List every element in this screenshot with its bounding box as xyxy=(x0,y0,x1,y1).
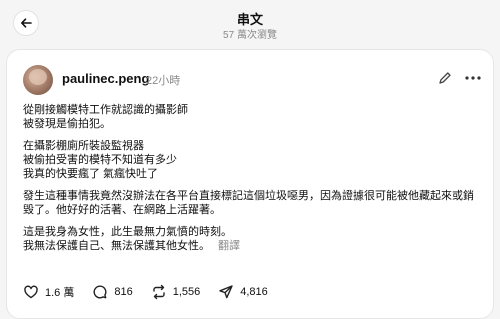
more-icon[interactable] xyxy=(463,70,483,86)
line: 發生這種事情我竟然沒辦法在各平台直接標記這個垃圾噁男，因為證據很可能被他藏起來或… xyxy=(23,190,474,216)
translate-link[interactable]: 翻譯 xyxy=(218,240,240,252)
share-count: 4,816 xyxy=(240,286,268,298)
like-button[interactable]: 1.6 萬 xyxy=(23,284,74,300)
line: 我無法保護自己、無法保護其他女性。 翻譯 xyxy=(23,239,483,253)
line: 被偷拍受害的模特不知道有多少 xyxy=(23,154,177,166)
post-time: 22小時 xyxy=(146,75,181,87)
line: 在攝影棚廁所裝設監視器 xyxy=(23,140,144,152)
line: 我真的快要瘋了 氣瘋快吐了 xyxy=(23,168,159,180)
repost-button[interactable]: 1,556 xyxy=(151,284,201,300)
paragraph-2: 在攝影棚廁所裝設監視器 被偷拍受害的模特不知道有多少 我真的快要瘋了 氣瘋快吐了 xyxy=(23,139,483,181)
top-bar: 串文 57 萬次瀏覽 xyxy=(0,0,500,50)
username[interactable]: paulinec.peng xyxy=(62,71,149,86)
line: 這是我身為女性，此生最無力氣憤的時刻。 xyxy=(23,226,232,238)
line: 被發現是偷拍犯。 xyxy=(23,118,111,130)
like-count: 1.6 萬 xyxy=(45,287,75,299)
comment-icon xyxy=(93,285,107,299)
paragraph-1: 從剛接觸模特工作就認識的攝影師 被發現是偷拍犯。 xyxy=(23,103,483,131)
avatar[interactable] xyxy=(23,65,53,95)
heart-icon xyxy=(24,285,38,299)
view-count: 57 萬次瀏覽 xyxy=(223,30,277,41)
action-bar: 1.6 萬 816 1,556 4,816 xyxy=(23,283,286,301)
paragraph-4: 這是我身為女性，此生最無力氣憤的時刻。 我無法保護自己、無法保護其他女性。 翻譯 xyxy=(23,225,483,253)
share-button[interactable]: 4,816 xyxy=(218,284,268,300)
line: 從剛接觸模特工作就認識的攝影師 xyxy=(23,104,188,116)
repost-icon xyxy=(153,284,165,300)
edit-icon[interactable] xyxy=(437,70,453,86)
send-icon xyxy=(219,285,233,299)
line-text: 我無法保護自己、無法保護其他女性。 xyxy=(23,240,210,252)
paragraph-3: 發生這種事情我竟然沒辦法在各平台直接標記這個垃圾噁男，因為證據很可能被他藏起來或… xyxy=(23,189,483,217)
repost-count: 1,556 xyxy=(172,286,201,298)
comment-count: 816 xyxy=(114,286,133,298)
comment-button[interactable]: 816 xyxy=(92,284,133,300)
post-body: 從剛接觸模特工作就認識的攝影師 被發現是偷拍犯。 在攝影棚廁所裝設監視器 被偷拍… xyxy=(23,103,483,261)
post-card: paulinec.peng 22小時 從剛接觸模特工作就認識的攝影師 被發現是偷… xyxy=(6,49,494,319)
